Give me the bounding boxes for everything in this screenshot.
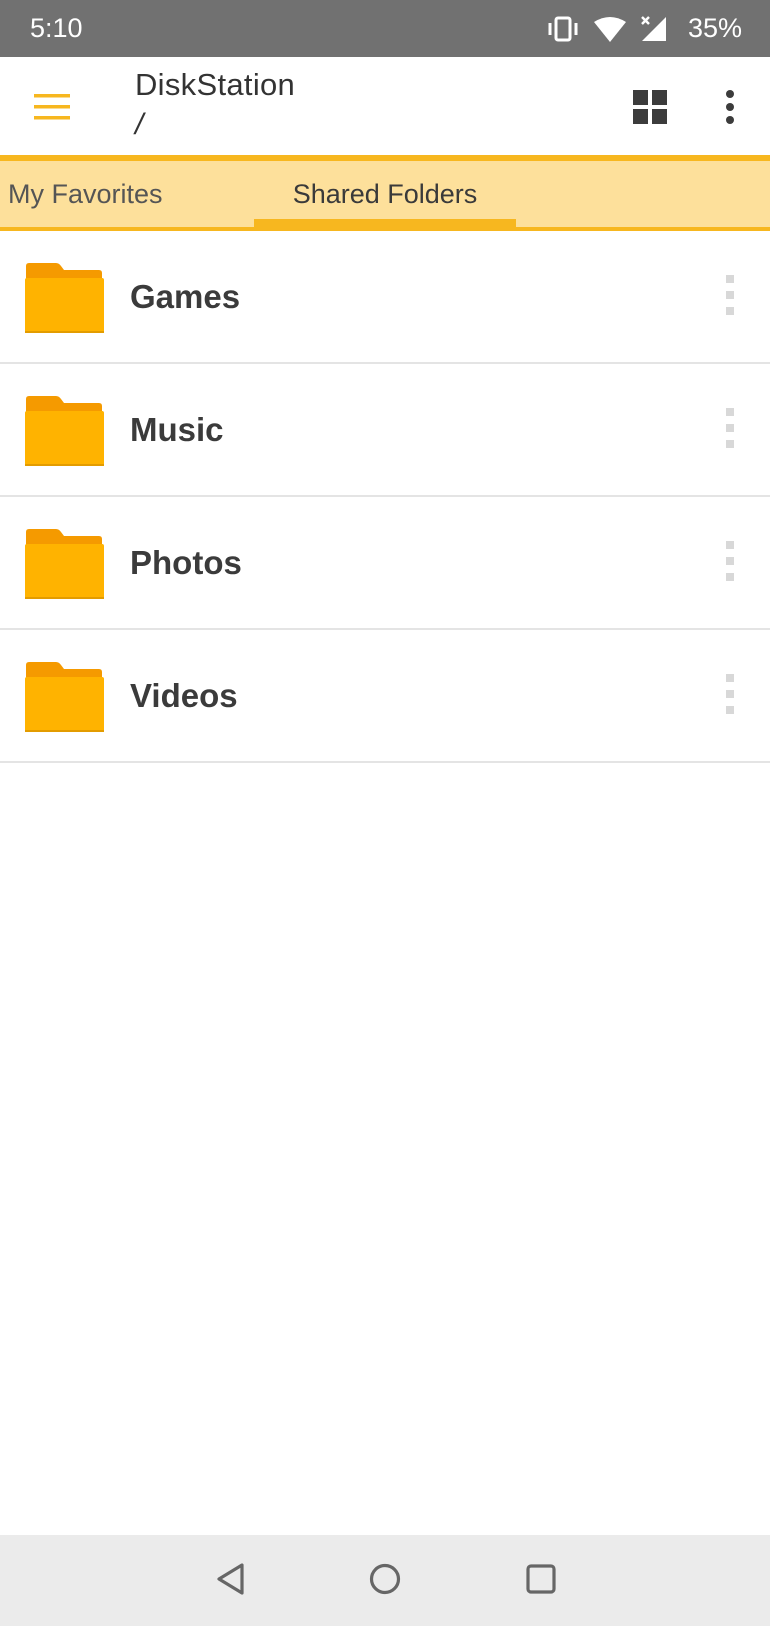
folder-name: Games bbox=[130, 277, 241, 315]
nav-home-button[interactable] bbox=[359, 1555, 411, 1607]
tab-shared-folders[interactable]: Shared Folders bbox=[254, 161, 516, 227]
folder-row-games[interactable]: Games bbox=[0, 231, 770, 364]
signal-icon bbox=[640, 15, 668, 43]
more-vert-icon bbox=[725, 89, 735, 129]
status-time: 5:10 bbox=[30, 13, 83, 43]
more-vert-icon bbox=[725, 407, 735, 453]
more-vert-icon bbox=[725, 540, 735, 586]
folder-icon bbox=[24, 262, 104, 339]
more-vert-icon bbox=[725, 673, 735, 719]
wifi-icon bbox=[593, 16, 626, 42]
vibrate-icon bbox=[546, 15, 580, 43]
overflow-menu-button[interactable] bbox=[708, 81, 752, 137]
folder-list: Games Music Photos Videos bbox=[0, 231, 770, 763]
status-bar: 5:10 35% bbox=[0, 0, 770, 57]
status-icons: 35% bbox=[546, 13, 742, 44]
row-more-button[interactable] bbox=[710, 533, 750, 593]
folder-name: Photos bbox=[130, 543, 242, 581]
folder-row-videos[interactable]: Videos bbox=[0, 630, 770, 763]
grid-view-button[interactable] bbox=[628, 87, 672, 131]
folder-icon bbox=[24, 661, 104, 738]
breadcrumb-path: / bbox=[135, 108, 144, 141]
row-more-button[interactable] bbox=[710, 267, 750, 327]
back-icon bbox=[214, 1562, 248, 1601]
folder-icon bbox=[24, 395, 104, 472]
menu-button[interactable] bbox=[26, 83, 78, 135]
row-more-button[interactable] bbox=[710, 666, 750, 726]
folder-name: Music bbox=[130, 410, 224, 448]
grid-view-icon bbox=[633, 89, 667, 129]
tab-indicator bbox=[254, 219, 516, 227]
tab-bar: My Favorites Shared Folders bbox=[0, 155, 770, 231]
nav-back-button[interactable] bbox=[205, 1555, 257, 1607]
folder-row-music[interactable]: Music bbox=[0, 364, 770, 497]
battery-level: 35% bbox=[687, 13, 742, 43]
app-bar: DiskStation / bbox=[0, 57, 770, 155]
recents-icon bbox=[524, 1562, 558, 1601]
app-title: DiskStation bbox=[135, 67, 296, 102]
nav-recents-button[interactable] bbox=[515, 1555, 567, 1607]
more-vert-icon bbox=[725, 274, 735, 320]
row-more-button[interactable] bbox=[710, 400, 750, 460]
title-block: DiskStation / bbox=[135, 65, 295, 145]
navigation-bar bbox=[0, 1535, 770, 1626]
folder-icon bbox=[24, 528, 104, 605]
tab-my-favorites[interactable]: My Favorites bbox=[0, 161, 254, 227]
folder-row-photos[interactable]: Photos bbox=[0, 497, 770, 630]
hamburger-icon bbox=[34, 93, 70, 125]
folder-name: Videos bbox=[130, 676, 238, 714]
home-icon bbox=[368, 1562, 402, 1601]
